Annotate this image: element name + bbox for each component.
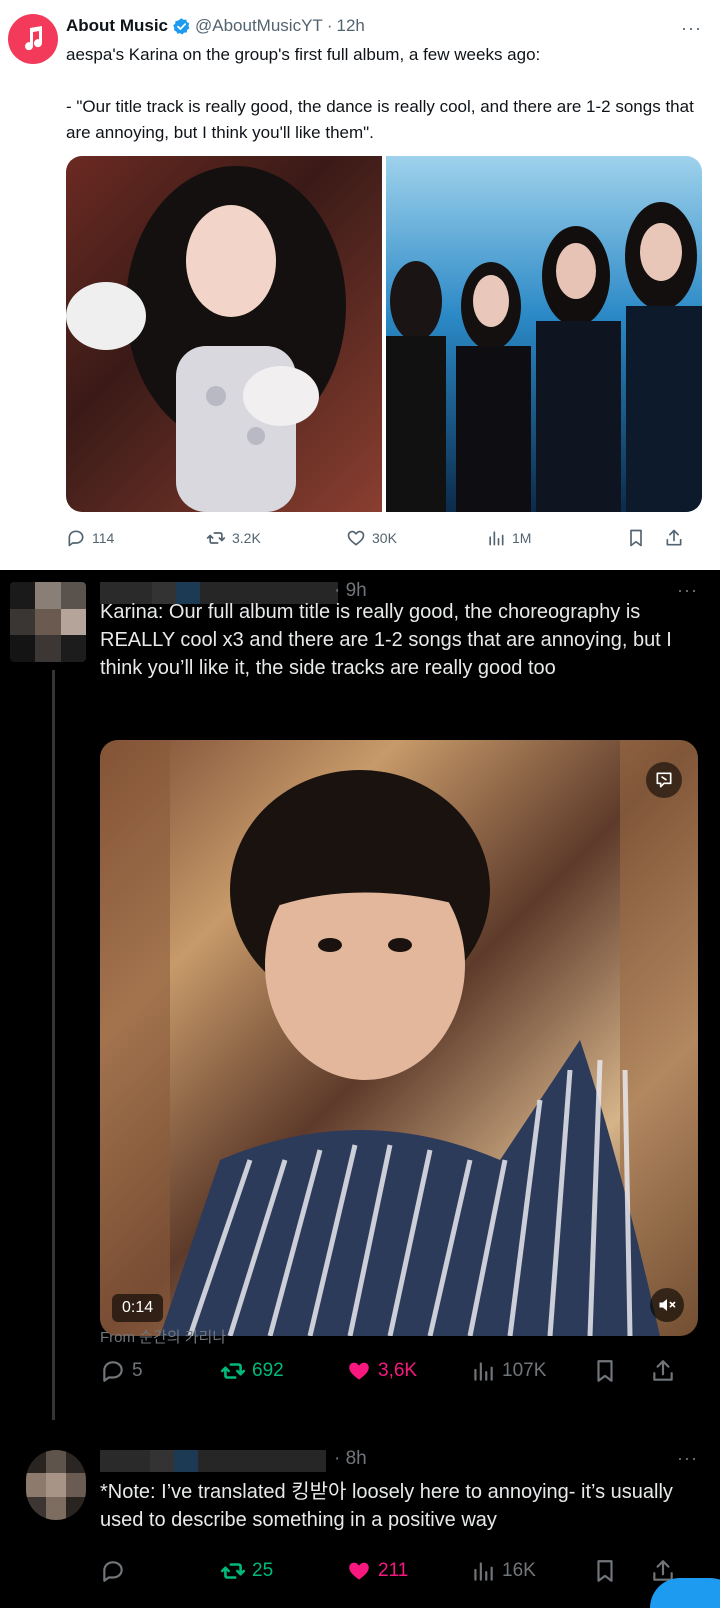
mute-icon[interactable] bbox=[650, 1288, 684, 1322]
karina-photo-illustration bbox=[66, 166, 346, 512]
tweet-time[interactable]: 12h bbox=[336, 16, 364, 36]
quoted-tweet[interactable]: About Music @AboutMusicYT · 12h ··· aesp… bbox=[0, 0, 720, 570]
share-button[interactable] bbox=[664, 528, 684, 548]
tweet-actions: 114 3.2K 30K 1M bbox=[66, 528, 702, 552]
reply1-reply-button[interactable]: 5 bbox=[100, 1358, 143, 1384]
more-options-icon[interactable]: ··· bbox=[681, 18, 702, 39]
reply-icon bbox=[68, 530, 84, 547]
reply2-reply-button[interactable] bbox=[100, 1558, 126, 1584]
reply1-repost-button[interactable]: 692 bbox=[220, 1358, 284, 1384]
reply1-bookmark-button[interactable] bbox=[592, 1358, 618, 1384]
reply2-bookmark-button[interactable] bbox=[592, 1558, 618, 1584]
reply1-text: Karina: Our full album title is really g… bbox=[100, 601, 672, 679]
share-icon bbox=[653, 1360, 673, 1381]
author-name[interactable]: About Music bbox=[66, 16, 168, 36]
reply1-repost-count: 692 bbox=[252, 1360, 284, 1381]
repost-button[interactable]: 3.2K bbox=[206, 528, 261, 548]
view-count: 1M bbox=[512, 530, 532, 546]
reply-icon bbox=[103, 1361, 123, 1382]
bookmark-icon bbox=[597, 1560, 613, 1582]
video-duration: 0:14 bbox=[112, 1294, 164, 1322]
views-chart-icon bbox=[474, 1562, 493, 1581]
heart-icon bbox=[347, 530, 365, 546]
tweet-header: About Music @AboutMusicYT · 12h bbox=[66, 16, 365, 36]
reply2-author-redacted bbox=[100, 1450, 326, 1472]
thread-line bbox=[52, 670, 55, 1420]
reply2-actions: 25 211 16K bbox=[100, 1558, 698, 1588]
reply2-time[interactable]: · 8h bbox=[334, 1448, 367, 1470]
bookmark-button[interactable] bbox=[626, 528, 646, 548]
reply2-like-button[interactable]: 211 bbox=[346, 1558, 408, 1584]
music-note-icon bbox=[25, 26, 43, 51]
bookmark-icon bbox=[597, 1360, 613, 1382]
reply2-text: *Note: I’ve translated 킹받아 loosely here … bbox=[100, 1481, 673, 1531]
reply1-share-button[interactable] bbox=[650, 1358, 676, 1384]
reply-button[interactable]: 114 bbox=[66, 528, 114, 548]
reply2-view-count: 16K bbox=[502, 1560, 536, 1581]
reply-count: 114 bbox=[92, 530, 115, 546]
karina-photo[interactable] bbox=[66, 156, 382, 512]
tweet-media[interactable] bbox=[66, 156, 702, 512]
views-chart-icon bbox=[474, 1362, 493, 1381]
share-icon bbox=[666, 529, 682, 546]
reply1-video[interactable]: 0:14 bbox=[100, 740, 698, 1336]
reply1-like-count: 3,6K bbox=[378, 1360, 418, 1381]
reply-icon bbox=[103, 1561, 123, 1582]
reply1-avatar[interactable] bbox=[10, 582, 86, 662]
reply2-repost-count: 25 bbox=[252, 1560, 274, 1581]
reply2-like-count: 211 bbox=[378, 1560, 409, 1581]
replies-section: · 9h ··· Karina: Our full album title is… bbox=[0, 570, 720, 1608]
like-button[interactable]: 30K bbox=[346, 528, 397, 548]
reply2-repost-button[interactable]: 25 bbox=[220, 1558, 273, 1584]
like-count: 30K bbox=[372, 530, 397, 546]
reply2-avatar[interactable] bbox=[26, 1450, 86, 1520]
repost-icon bbox=[220, 1563, 246, 1579]
aespa-group-photo[interactable] bbox=[386, 156, 702, 512]
reply1-view-count: 107K bbox=[502, 1360, 547, 1381]
heart-filled-icon bbox=[349, 1362, 369, 1380]
repost-count: 3.2K bbox=[232, 530, 261, 546]
views-chart-icon bbox=[489, 531, 504, 546]
repost-icon bbox=[220, 1363, 246, 1379]
tweet-text: aespa's Karina on the group's first full… bbox=[66, 45, 694, 142]
repost-icon bbox=[206, 532, 226, 544]
separator-dot: · bbox=[326, 16, 333, 35]
video-frame-illustration bbox=[100, 740, 698, 1336]
reply2-more-options-icon[interactable]: ··· bbox=[677, 1448, 698, 1469]
reply1-actions: 5 692 3,6K 107K bbox=[100, 1358, 698, 1388]
group-photo-illustration bbox=[386, 202, 702, 512]
author-handle[interactable]: @AboutMusicYT bbox=[195, 16, 323, 36]
views-button[interactable]: 1M bbox=[486, 528, 531, 548]
content-warning-icon[interactable] bbox=[646, 762, 682, 798]
bookmark-icon bbox=[630, 529, 642, 547]
reply2-views-button[interactable]: 16K bbox=[470, 1558, 536, 1584]
reply1-views-button[interactable]: 107K bbox=[470, 1358, 546, 1384]
reply1-reply-count: 5 bbox=[132, 1360, 143, 1381]
verified-badge-icon bbox=[173, 17, 190, 34]
video-source[interactable]: From 순간의 카리나 bbox=[100, 1326, 226, 1347]
about-music-avatar[interactable] bbox=[8, 14, 58, 64]
reply1-like-button[interactable]: 3,6K bbox=[346, 1358, 417, 1384]
heart-filled-icon bbox=[349, 1562, 369, 1580]
